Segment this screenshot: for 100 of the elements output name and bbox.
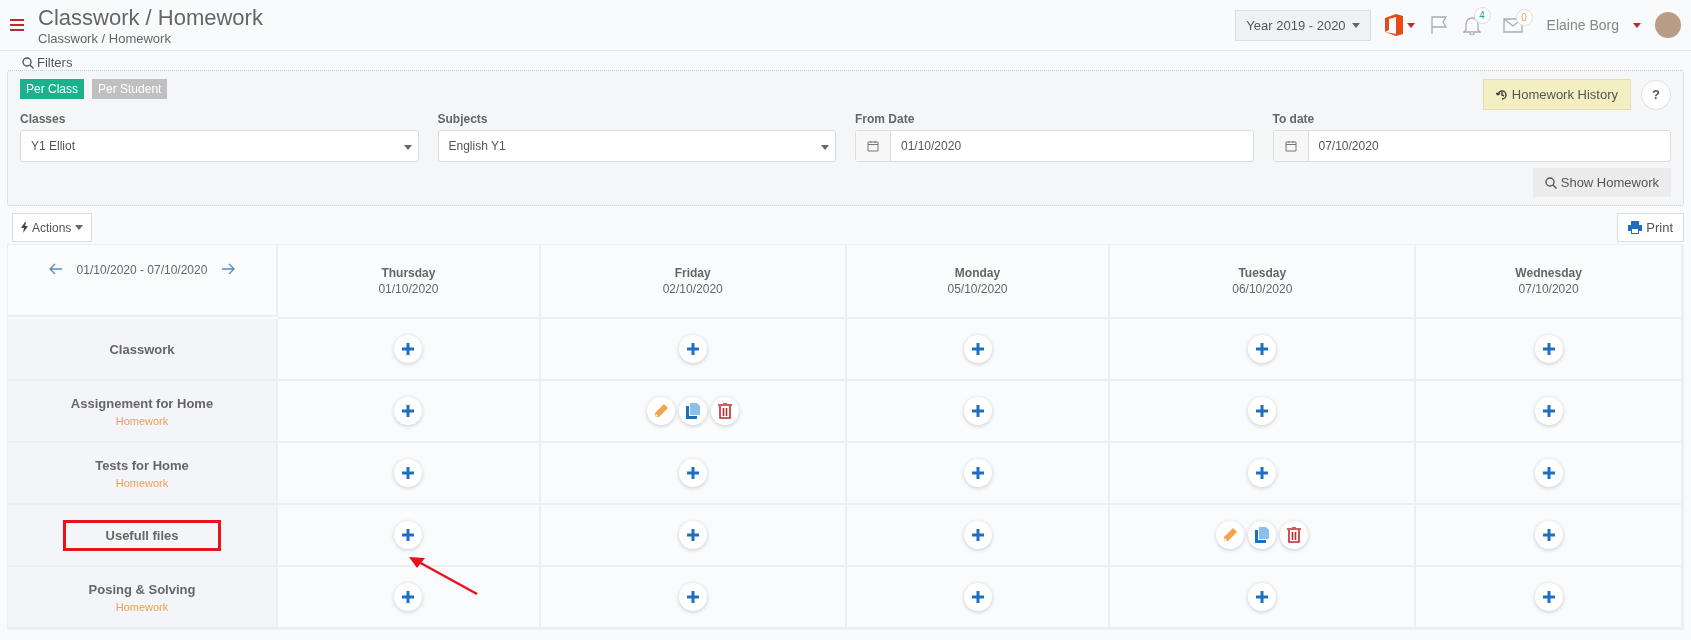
plus-icon (685, 342, 700, 356)
add-button[interactable] (394, 459, 423, 487)
caret-icon (403, 145, 412, 150)
add-button[interactable] (678, 583, 707, 611)
row-label: Posing & Solving (88, 581, 196, 597)
add-button[interactable] (1534, 521, 1563, 549)
day-name: Tuesday (1238, 266, 1287, 280)
show-homework-button[interactable]: Show Homework (1532, 168, 1671, 197)
date-field[interactable]: 01/10/2020 (855, 130, 1254, 162)
year-dropdown[interactable]: Year 2019 - 2020 (1235, 9, 1371, 41)
select-field[interactable]: Y1 Elliot (20, 130, 419, 162)
notification-badge: 4 (1473, 7, 1491, 24)
add-button[interactable] (1534, 335, 1563, 363)
office-icon[interactable] (1384, 14, 1403, 36)
row-sublabel: Homework (115, 600, 169, 613)
add-button[interactable] (394, 521, 423, 549)
day-name: Monday (954, 266, 1001, 280)
plus-icon (401, 342, 416, 356)
add-button[interactable] (1248, 459, 1277, 487)
plus-icon (970, 590, 985, 604)
plus-icon (970, 342, 985, 356)
day-date: 05/10/2020 (947, 282, 1008, 296)
copy-icon (685, 403, 700, 419)
row-sublabel: Homework (115, 476, 169, 489)
add-button[interactable] (963, 583, 992, 611)
date-range: 01/10/2020 - 07/10/2020 (76, 263, 208, 277)
caret-icon (821, 145, 829, 150)
add-button[interactable] (963, 335, 992, 363)
plus-icon (1255, 590, 1270, 604)
search-icon (22, 56, 34, 69)
add-button[interactable] (1248, 583, 1277, 611)
caret-icon (75, 225, 84, 230)
plus-icon (401, 590, 416, 604)
add-button[interactable] (394, 335, 423, 363)
filters-title: Filters (37, 55, 73, 70)
search-icon (1544, 176, 1557, 189)
field-label: To date (1272, 112, 1316, 126)
print-button[interactable]: Print (1617, 213, 1684, 242)
field-label: From Date (855, 112, 916, 126)
menu-icon[interactable] (10, 19, 24, 31)
annotation-arrow (407, 556, 479, 596)
add-button[interactable] (963, 397, 992, 425)
add-button[interactable] (1534, 397, 1563, 425)
add-button[interactable] (678, 521, 707, 549)
message-badge: 0 (1515, 9, 1533, 26)
plus-icon (1255, 404, 1270, 418)
day-name: Wednesday (1515, 266, 1582, 280)
add-button[interactable] (963, 521, 992, 549)
plus-icon (1541, 590, 1556, 604)
add-button[interactable] (963, 459, 992, 487)
caret-icon (1633, 22, 1641, 28)
copy-icon (1255, 527, 1270, 543)
add-button[interactable] (1534, 459, 1563, 487)
plus-icon (970, 466, 985, 480)
add-button[interactable] (1248, 397, 1277, 425)
add-button[interactable] (394, 397, 423, 425)
plus-icon (685, 466, 700, 480)
row-label: Assignement for Home (70, 395, 214, 411)
date-field[interactable]: 07/10/2020 (1272, 130, 1671, 162)
copy-button[interactable] (678, 397, 707, 425)
arrow-left-icon (48, 263, 63, 275)
add-button[interactable] (678, 335, 707, 363)
add-button[interactable] (1248, 335, 1277, 363)
plus-icon (685, 590, 700, 604)
day-date: 06/10/2020 (1232, 282, 1293, 296)
delete-button[interactable] (710, 397, 739, 425)
pencil-icon (1222, 527, 1239, 543)
plus-icon (1541, 342, 1556, 356)
add-button[interactable] (678, 459, 707, 487)
calendar-icon (867, 140, 879, 152)
select-field[interactable]: English Y1 (437, 130, 836, 162)
plus-icon (1541, 466, 1556, 480)
add-button[interactable] (1534, 583, 1563, 611)
caret-icon (1406, 22, 1415, 28)
plus-icon (401, 466, 416, 480)
trash-icon (1287, 527, 1302, 543)
field-label: Classes (20, 112, 67, 126)
trash-icon (717, 403, 732, 419)
homework-history-button[interactable]: Homework History (1482, 79, 1631, 110)
row-label: Tests for Home (95, 457, 189, 473)
page-title: Classwork / Homework (38, 4, 264, 31)
row-label: Classwork (109, 341, 175, 357)
add-button[interactable] (394, 583, 423, 611)
printer-icon (1628, 221, 1643, 234)
delete-button[interactable] (1280, 521, 1309, 549)
day-date: 01/10/2020 (378, 282, 439, 296)
copy-button[interactable] (1248, 521, 1277, 549)
history-icon (1495, 88, 1508, 101)
actions-button[interactable]: Actions (12, 213, 93, 242)
help-button[interactable]: ? (1641, 79, 1671, 110)
previous-week-button[interactable] (48, 263, 63, 275)
caret-icon (1351, 22, 1360, 28)
bolt-icon (21, 222, 28, 233)
next-week-button[interactable] (221, 263, 236, 275)
breadcrumb[interactable]: Classwork / Homework (38, 30, 1222, 46)
field-label: Subjects (437, 112, 489, 126)
day-date: 02/10/2020 (662, 282, 723, 296)
arrow-right-icon (221, 263, 236, 275)
pencil-icon (652, 403, 669, 419)
row-sublabel: Homework (115, 414, 169, 427)
